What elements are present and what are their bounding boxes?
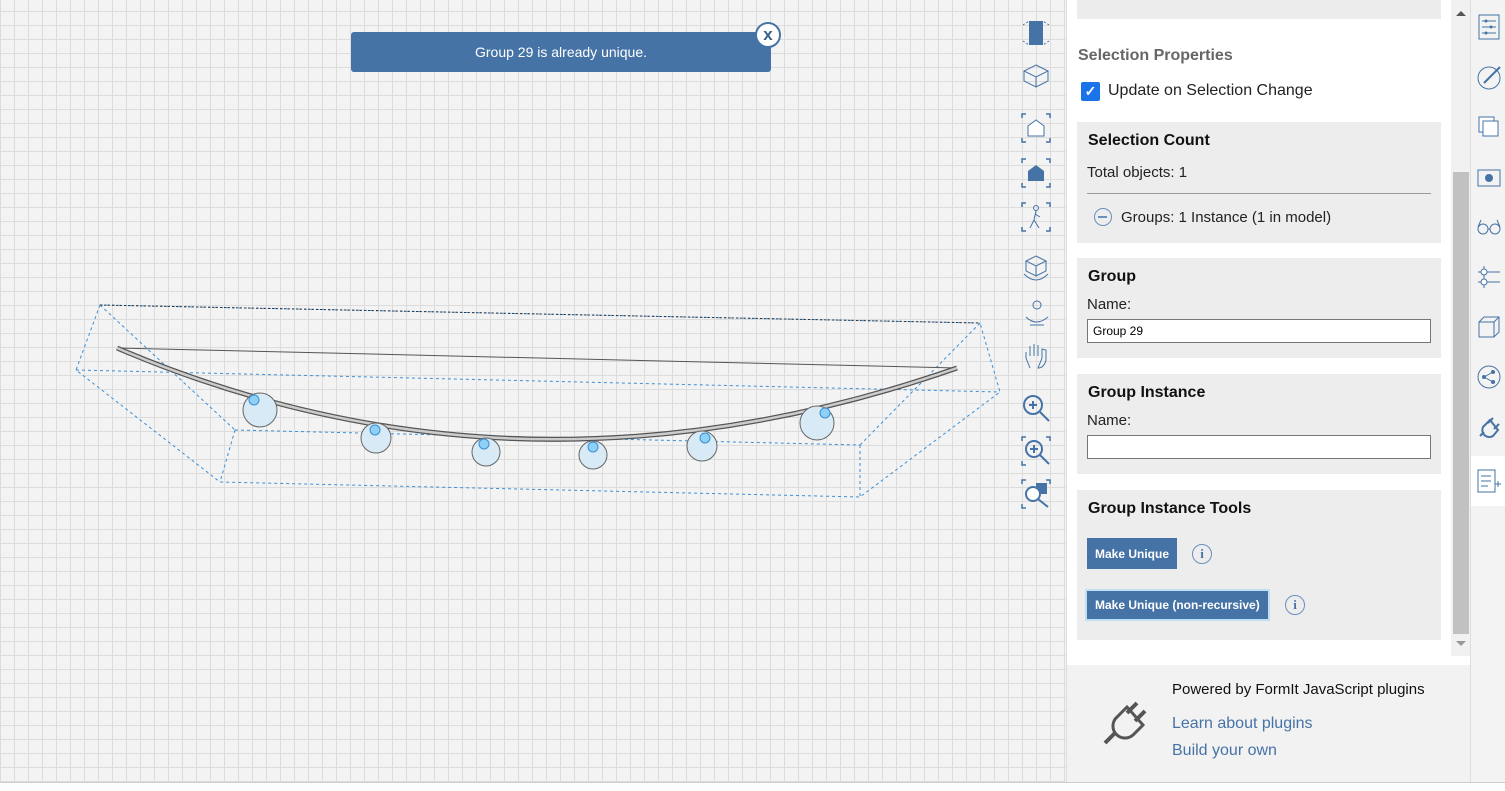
levels-icon[interactable] — [1476, 264, 1502, 290]
zoom-fit-icon[interactable] — [1020, 478, 1052, 510]
panel-title: Selection Properties — [1078, 47, 1233, 64]
visibility-icon[interactable] — [1476, 214, 1502, 240]
layers-icon[interactable] — [1476, 114, 1502, 140]
toast-notification: Group 29 is already unique. — [351, 32, 771, 72]
share-icon[interactable] — [1476, 364, 1502, 390]
3d-viewport[interactable]: Group 29 is already unique. x — [0, 0, 1066, 782]
components-icon[interactable] — [1476, 314, 1502, 340]
pan-icon[interactable] — [1020, 340, 1052, 372]
tools-heading: Group Instance Tools — [1088, 500, 1252, 517]
properties-panel: Selection Properties ✓ Update on Selecti… — [1066, 0, 1471, 782]
perspective-icon[interactable] — [1020, 59, 1052, 91]
zoom-window-icon[interactable] — [1020, 435, 1052, 467]
build-your-own-link[interactable]: Build your own — [1172, 742, 1277, 760]
toast-message: Group 29 is already unique. — [475, 44, 647, 60]
toast-close-button[interactable]: x — [755, 22, 781, 48]
group-card: Group Name: — [1077, 258, 1441, 358]
walk-icon[interactable] — [1020, 201, 1052, 233]
group-name-input[interactable] — [1087, 319, 1431, 343]
materials-icon[interactable] — [1476, 64, 1502, 90]
panel-top-bar — [1077, 0, 1441, 19]
make-unique-non-recursive-button[interactable]: Make Unique (non-recursive) — [1085, 589, 1270, 621]
group-instance-name-input[interactable] — [1087, 435, 1431, 459]
plugin-manager-icon[interactable] — [1476, 414, 1502, 440]
info-icon[interactable]: i — [1192, 544, 1212, 564]
scrollbar-thumb[interactable] — [1453, 172, 1469, 634]
plugin-footer: Powered by FormIt JavaScript plugins Lea… — [1067, 665, 1471, 782]
scroll-up-icon[interactable] — [1456, 11, 1466, 16]
scenes-icon[interactable] — [1476, 164, 1502, 190]
zoom-extents-icon[interactable] — [1020, 112, 1052, 144]
close-icon: x — [763, 25, 773, 44]
panel-scrollbar[interactable] — [1451, 0, 1471, 656]
learn-about-plugins-link[interactable]: Learn about plugins — [1172, 715, 1313, 733]
group-name-label: Name: — [1087, 296, 1132, 313]
group-instance-heading: Group Instance — [1088, 384, 1206, 401]
info-icon[interactable]: i — [1285, 595, 1305, 615]
scroll-down-icon[interactable] — [1456, 641, 1466, 646]
selection-count-card: Selection Count Total objects: 1 Groups:… — [1077, 122, 1441, 243]
properties-icon[interactable] — [1476, 14, 1502, 40]
right-toolbar — [1470, 0, 1505, 782]
make-unique-button[interactable]: Make Unique — [1087, 538, 1178, 569]
update-on-selection-label: Update on Selection Change — [1108, 82, 1313, 99]
group-instance-name-label: Name: — [1087, 412, 1132, 429]
zoom-icon[interactable] — [1020, 392, 1052, 424]
collapse-icon[interactable] — [1094, 208, 1112, 226]
update-on-selection-checkbox[interactable]: ✓ — [1081, 82, 1100, 101]
selection-count-heading: Selection Count — [1088, 132, 1210, 149]
bounding-box — [75, 304, 1001, 498]
zoom-selected-icon[interactable] — [1020, 157, 1052, 189]
properties-plugin-icon[interactable] — [1476, 468, 1502, 494]
scene-geometry — [75, 304, 1001, 498]
divider — [1087, 193, 1431, 194]
powered-by-text: Powered by FormIt JavaScript plugins — [1172, 681, 1425, 698]
groups-count: Groups: 1 Instance (1 in model) — [1121, 209, 1332, 226]
group-instance-card: Group Instance Name: — [1077, 374, 1441, 474]
orbit-icon[interactable] — [1020, 252, 1052, 284]
view-cube-icon[interactable] — [1020, 17, 1052, 49]
total-objects: Total objects: 1 — [1087, 164, 1188, 181]
plug-icon — [1103, 701, 1147, 745]
group-instance-tools-card: Group Instance Tools Make Unique i Make … — [1077, 490, 1441, 640]
look-around-icon[interactable] — [1020, 297, 1052, 329]
group-heading: Group — [1088, 268, 1136, 285]
bottom-strip — [0, 782, 1505, 791]
